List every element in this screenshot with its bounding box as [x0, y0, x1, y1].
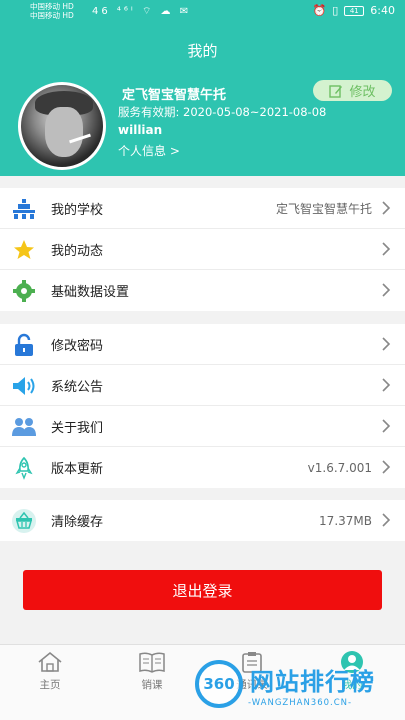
menu-item-label: 基础数据设置 [51, 285, 130, 300]
vibrate-icon: ▯ [332, 4, 339, 17]
school-name: 定飞智宝智慧午托 [122, 88, 227, 103]
signal-icons: 46 ⁴⁶ᴵ ⌔ ☁ ✉ [92, 6, 192, 17]
chevron-right-icon [382, 201, 391, 215]
menu-item-system-notice[interactable]: 系统公告 [0, 365, 405, 406]
menu-item-my-activity[interactable]: 我的动态 [0, 229, 405, 270]
carrier-1: 中国移动 HD [30, 2, 74, 11]
watermark-title: 网站排行榜 [250, 668, 375, 696]
chevron-right-icon [382, 337, 391, 351]
menu-item-label: 版本更新 [51, 462, 104, 477]
menu-item-label: 清除缓存 [51, 515, 104, 530]
home-icon [38, 651, 62, 672]
service-period: 服务有效期: 2020-05-08~2021-08-08 [118, 105, 327, 119]
profile-info-link[interactable]: 个人信息 > [118, 142, 180, 159]
chevron-right-icon [382, 242, 391, 256]
tab-home[interactable]: 主页 [20, 651, 80, 692]
menu-item-change-password[interactable]: 修改密码 [0, 324, 405, 365]
edit-button[interactable]: 修改 [313, 80, 392, 101]
tab-cancel-class[interactable]: 销课 [122, 651, 182, 692]
tab-label: 主页 [39, 679, 61, 691]
book-icon [139, 652, 165, 673]
menu-item-basic-data-settings[interactable]: 基础数据设置 [0, 270, 405, 311]
menu-item-label: 我的学校 [51, 202, 104, 218]
speaker-icon [11, 373, 37, 399]
page-title: 我的 [187, 42, 218, 60]
menu-item-label: 系统公告 [51, 379, 104, 395]
username: willian [118, 123, 163, 137]
battery-icon: 41 [344, 5, 365, 16]
clock: 6:40 [370, 4, 395, 17]
unlock-icon [11, 332, 37, 358]
star-icon [11, 237, 37, 263]
menu-item-about-us[interactable]: 关于我们 [0, 406, 405, 447]
menu-item-label: 关于我们 [51, 420, 104, 436]
menu-item-my-school[interactable]: 我的学校 定飞智宝智慧午托 [0, 188, 405, 229]
network-type: 46 ⁴⁶ᴵ [92, 6, 136, 17]
watermark-url: -WANGZHAN360.CN- [248, 698, 353, 708]
basket-icon [11, 508, 37, 534]
profile-header: 我的 定飞智宝智慧午托 修改 服务有效期: 2020-05-08~2021-08… [0, 24, 405, 176]
carrier-info: 中国移动 HD 中国移动 HD [30, 2, 74, 20]
people-icon [11, 414, 37, 440]
menu-item-label: 我的动态 [51, 243, 104, 259]
avatar-face [45, 107, 83, 157]
menu-item-value: 17.37MB [319, 513, 372, 528]
chevron-right-icon [382, 419, 391, 433]
menu-group-2: 修改密码 系统公告 关于我们 版本更新 v1.6.7.001 [0, 324, 405, 488]
rocket-icon [11, 455, 37, 481]
alarm-icon: ⏰ [312, 4, 327, 17]
edit-icon [329, 84, 343, 98]
status-bar: 中国移动 HD 中国移动 HD 46 ⁴⁶ᴵ ⌔ ☁ ✉ ⏰ ▯ 41 6:40 [0, 0, 405, 24]
chevron-right-icon [382, 460, 391, 474]
chevron-right-icon [382, 283, 391, 297]
watermark: 360 网站排行榜 -WANGZHAN360.CN- [190, 650, 405, 720]
status-right: ⏰ ▯ 41 6:40 [313, 4, 395, 17]
menu-item-label: 修改密码 [51, 338, 104, 354]
avatar[interactable] [18, 82, 106, 170]
menu-item-value: 定飞智宝智慧午托 [275, 201, 372, 216]
chevron-right-icon [382, 378, 391, 392]
logout-button[interactable]: 退出登录 [23, 570, 382, 610]
menu-item-clear-cache[interactable]: 清除缓存 17.37MB [0, 500, 405, 541]
tab-label: 销课 [141, 679, 163, 691]
gear-icon [11, 278, 37, 304]
menu-group-3: 清除缓存 17.37MB [0, 500, 405, 541]
menu-item-version-update[interactable]: 版本更新 v1.6.7.001 [0, 447, 405, 488]
menu-item-value: v1.6.7.001 [307, 460, 372, 475]
watermark-badge: 360 [195, 660, 243, 708]
menu-group-1: 我的学校 定飞智宝智慧午托 我的动态 基础数据设置 [0, 188, 405, 311]
chevron-right-icon [382, 513, 391, 527]
school-icon [11, 196, 37, 222]
carrier-2: 中国移动 HD [30, 11, 74, 20]
edit-button-label: 修改 [349, 85, 376, 100]
